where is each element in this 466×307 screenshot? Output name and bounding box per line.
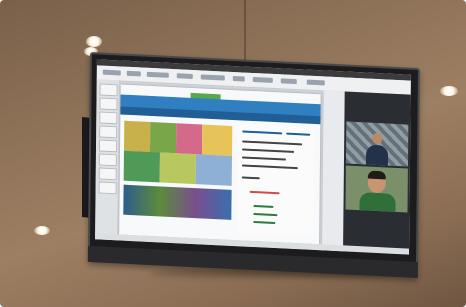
participant-video-tile[interactable] — [345, 165, 408, 213]
collage-image — [123, 120, 151, 152]
collage-image — [201, 124, 233, 156]
collage-image — [149, 121, 177, 154]
slide-thumbnail[interactable] — [98, 167, 117, 181]
collage-image — [123, 184, 232, 220]
slide-thumbnail[interactable] — [99, 97, 118, 111]
ceiling-light-icon — [34, 226, 50, 235]
collage-image — [175, 123, 203, 155]
photo-scene — [0, 0, 466, 307]
slide-canvas[interactable] — [119, 84, 321, 245]
video-call-panel — [343, 91, 411, 255]
collage-image — [159, 152, 196, 185]
slide-thumbnail[interactable] — [98, 139, 118, 153]
slide-thumbnail[interactable] — [98, 153, 117, 167]
ceiling-seam — [244, 0, 246, 62]
tv-screen — [95, 59, 411, 255]
collage-image — [195, 154, 232, 186]
slide-notes-column — [237, 124, 315, 238]
properties-pane[interactable] — [321, 90, 346, 252]
ceiling-light-icon — [86, 36, 102, 47]
slide-thumbnail[interactable] — [98, 181, 117, 195]
slide-thumbnail[interactable] — [99, 125, 118, 139]
collage-image — [123, 150, 160, 183]
slide-thumbnail[interactable] — [99, 111, 118, 125]
tv-monitor — [87, 52, 420, 279]
participant-video-tile[interactable] — [345, 121, 409, 167]
slide-thumbnail-pane[interactable] — [95, 79, 119, 241]
ceiling-light-icon — [440, 86, 458, 96]
slide-thumbnail[interactable] — [99, 83, 118, 97]
